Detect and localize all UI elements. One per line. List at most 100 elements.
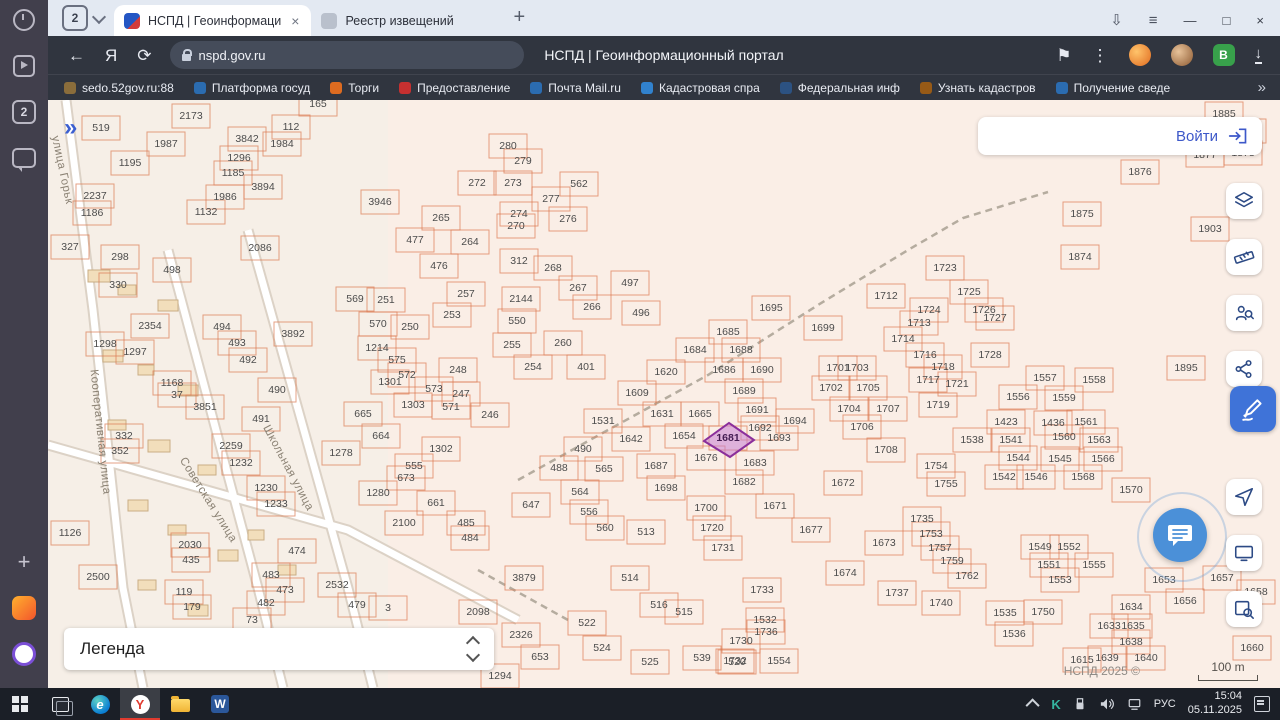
- parcel-label-1686[interactable]: 1686: [712, 364, 735, 376]
- parcel-label-1544[interactable]: 1544: [1006, 452, 1029, 464]
- parcel-label-327[interactable]: 327: [61, 241, 79, 253]
- parcel-label-1757[interactable]: 1757: [928, 542, 951, 554]
- parcel-label-550[interactable]: 550: [508, 315, 526, 327]
- legend-panel[interactable]: Легенда: [64, 628, 494, 670]
- parcel-label-1620[interactable]: 1620: [654, 366, 677, 378]
- bookmark-item[interactable]: Узнать кадастров: [912, 79, 1044, 97]
- parcel-label-1984[interactable]: 1984: [270, 138, 293, 150]
- parcel-label-1538[interactable]: 1538: [960, 434, 983, 446]
- start-button[interactable]: [0, 688, 40, 720]
- reload-icon[interactable]: ⟳: [137, 47, 151, 64]
- parcel-label-330[interactable]: 330: [109, 279, 127, 291]
- parcel-label-516[interactable]: 516: [650, 599, 668, 611]
- downloads-icon[interactable]: ⇩: [1110, 13, 1123, 28]
- antivirus-tray-icon[interactable]: K: [1051, 697, 1060, 712]
- yandex-browser-taskbar-icon[interactable]: Y: [120, 688, 160, 720]
- parcel-label-1541[interactable]: 1541: [999, 434, 1022, 446]
- basemap-tool-button[interactable]: [1226, 535, 1262, 571]
- draw-tool-button-active[interactable]: [1230, 386, 1276, 432]
- parcel-label-298[interactable]: 298: [111, 251, 129, 263]
- parcel-label-1531[interactable]: 1531: [591, 415, 614, 427]
- parcel-label-3879[interactable]: 3879: [512, 572, 535, 584]
- parcel-label-1570[interactable]: 1570: [1119, 484, 1142, 496]
- parcel-label-1561[interactable]: 1561: [1074, 416, 1097, 428]
- parcel-label-1301[interactable]: 1301: [378, 376, 401, 388]
- parcel-label-1296[interactable]: 1296: [227, 152, 250, 164]
- parcel-label-112[interactable]: 112: [283, 121, 300, 133]
- notifications-icon[interactable]: [1254, 696, 1270, 712]
- parcel-label-1876[interactable]: 1876: [1128, 166, 1151, 178]
- parcel-label-253[interactable]: 253: [443, 309, 461, 321]
- parcel-label-1639[interactable]: 1639: [1095, 652, 1118, 664]
- parcel-label-1195[interactable]: 1195: [119, 157, 142, 169]
- chat-button[interactable]: [1153, 508, 1207, 562]
- parcel-label-3946[interactable]: 3946: [368, 196, 391, 208]
- parcel-label-401[interactable]: 401: [577, 361, 595, 373]
- cadastre-search-tool-button[interactable]: [1226, 295, 1262, 331]
- parcel-label-1552[interactable]: 1552: [1057, 541, 1080, 553]
- network-tray-icon[interactable]: [1127, 697, 1142, 711]
- bookmarks-overflow-icon[interactable]: »: [1252, 79, 1272, 96]
- tab-registry[interactable]: Реестр извещений: [311, 5, 501, 36]
- parcel-label-2354[interactable]: 2354: [138, 320, 161, 332]
- parcel-label-1692[interactable]: 1692: [748, 422, 771, 434]
- parcel-label-488[interactable]: 488: [550, 462, 568, 474]
- parcel-label-485[interactable]: 485: [457, 517, 475, 529]
- parcel-label-1723[interactable]: 1723: [933, 262, 956, 274]
- parcel-label-1676[interactable]: 1676: [694, 452, 717, 464]
- parcel-label-3[interactable]: 3: [385, 602, 391, 614]
- parcel-label-1638[interactable]: 1638: [1119, 636, 1142, 648]
- more-options-icon[interactable]: ⋮: [1092, 47, 1109, 64]
- parcel-label-515[interactable]: 515: [675, 606, 693, 618]
- parcel-label-519[interactable]: 519: [92, 122, 110, 134]
- parcel-label-1642[interactable]: 1642: [619, 433, 642, 445]
- bookmark-item[interactable]: Предоставление: [391, 79, 518, 97]
- parcel-label-1707[interactable]: 1707: [876, 403, 899, 415]
- parcel-label-248[interactable]: 248: [449, 364, 467, 376]
- parcel-label-2326[interactable]: 2326: [509, 629, 532, 641]
- parcel-label-661[interactable]: 661: [427, 497, 445, 509]
- parcel-label-1532[interactable]: 1532: [753, 614, 776, 626]
- back-icon[interactable]: ←: [68, 47, 85, 64]
- parcel-label-3851[interactable]: 3851: [193, 401, 216, 413]
- parcel-label-1654[interactable]: 1654: [672, 430, 695, 442]
- task-view-button[interactable]: [40, 688, 80, 720]
- parcel-label-1681[interactable]: 1681: [716, 432, 739, 444]
- parcel-label-473[interactable]: 473: [276, 584, 294, 596]
- parcel-label-3894[interactable]: 3894: [251, 181, 274, 193]
- parcel-label-1280[interactable]: 1280: [366, 487, 389, 499]
- tab-counter[interactable]: 2: [62, 5, 107, 31]
- parcel-label-1895[interactable]: 1895: [1174, 362, 1197, 374]
- parcel-label-1695[interactable]: 1695: [759, 302, 782, 314]
- address-bar[interactable]: nspd.gov.ru: [169, 41, 524, 69]
- parcel-label-1703[interactable]: 1703: [845, 362, 868, 374]
- parcel-label-250[interactable]: 250: [401, 321, 419, 333]
- parcel-label-254[interactable]: 254: [524, 361, 542, 373]
- parcel-label-1724[interactable]: 1724: [917, 304, 940, 316]
- parcel-label-276[interactable]: 276: [559, 213, 577, 225]
- parcel-label-1731[interactable]: 1731: [711, 542, 734, 554]
- services-icon[interactable]: [12, 596, 36, 620]
- parcel-label-1694[interactable]: 1694: [783, 415, 806, 427]
- alice-icon[interactable]: [12, 642, 36, 666]
- parcel-label-479[interactable]: 479: [348, 599, 366, 611]
- bookmark-item[interactable]: Платформа госуд: [186, 79, 318, 97]
- parcel-label-1727[interactable]: 1727: [983, 312, 1006, 324]
- parcel-label-257[interactable]: 257: [457, 288, 475, 300]
- parcel-label-575[interactable]: 575: [388, 354, 406, 366]
- parcel-label-1673[interactable]: 1673: [872, 537, 895, 549]
- parcel-label-555[interactable]: 555: [405, 460, 423, 472]
- parcel-label-1635[interactable]: 1635: [1121, 620, 1144, 632]
- parcel-label-1436[interactable]: 1436: [1041, 417, 1064, 429]
- parcel-label-352[interactable]: 352: [111, 445, 129, 457]
- parcel-label-1214[interactable]: 1214: [365, 342, 388, 354]
- parcel-label-1705[interactable]: 1705: [856, 382, 879, 394]
- download-icon[interactable]: ↓: [1254, 46, 1262, 64]
- language-indicator[interactable]: РУС: [1154, 698, 1176, 710]
- parcel-label-484[interactable]: 484: [461, 532, 479, 544]
- bookmark-item[interactable]: Кадастровая спра: [633, 79, 768, 97]
- parcel-label-1690[interactable]: 1690: [750, 364, 773, 376]
- bookmark-flag-icon[interactable]: ⚑: [1056, 47, 1071, 64]
- parcel-label-1735[interactable]: 1735: [910, 513, 933, 525]
- parcel-label-1874[interactable]: 1874: [1068, 251, 1091, 263]
